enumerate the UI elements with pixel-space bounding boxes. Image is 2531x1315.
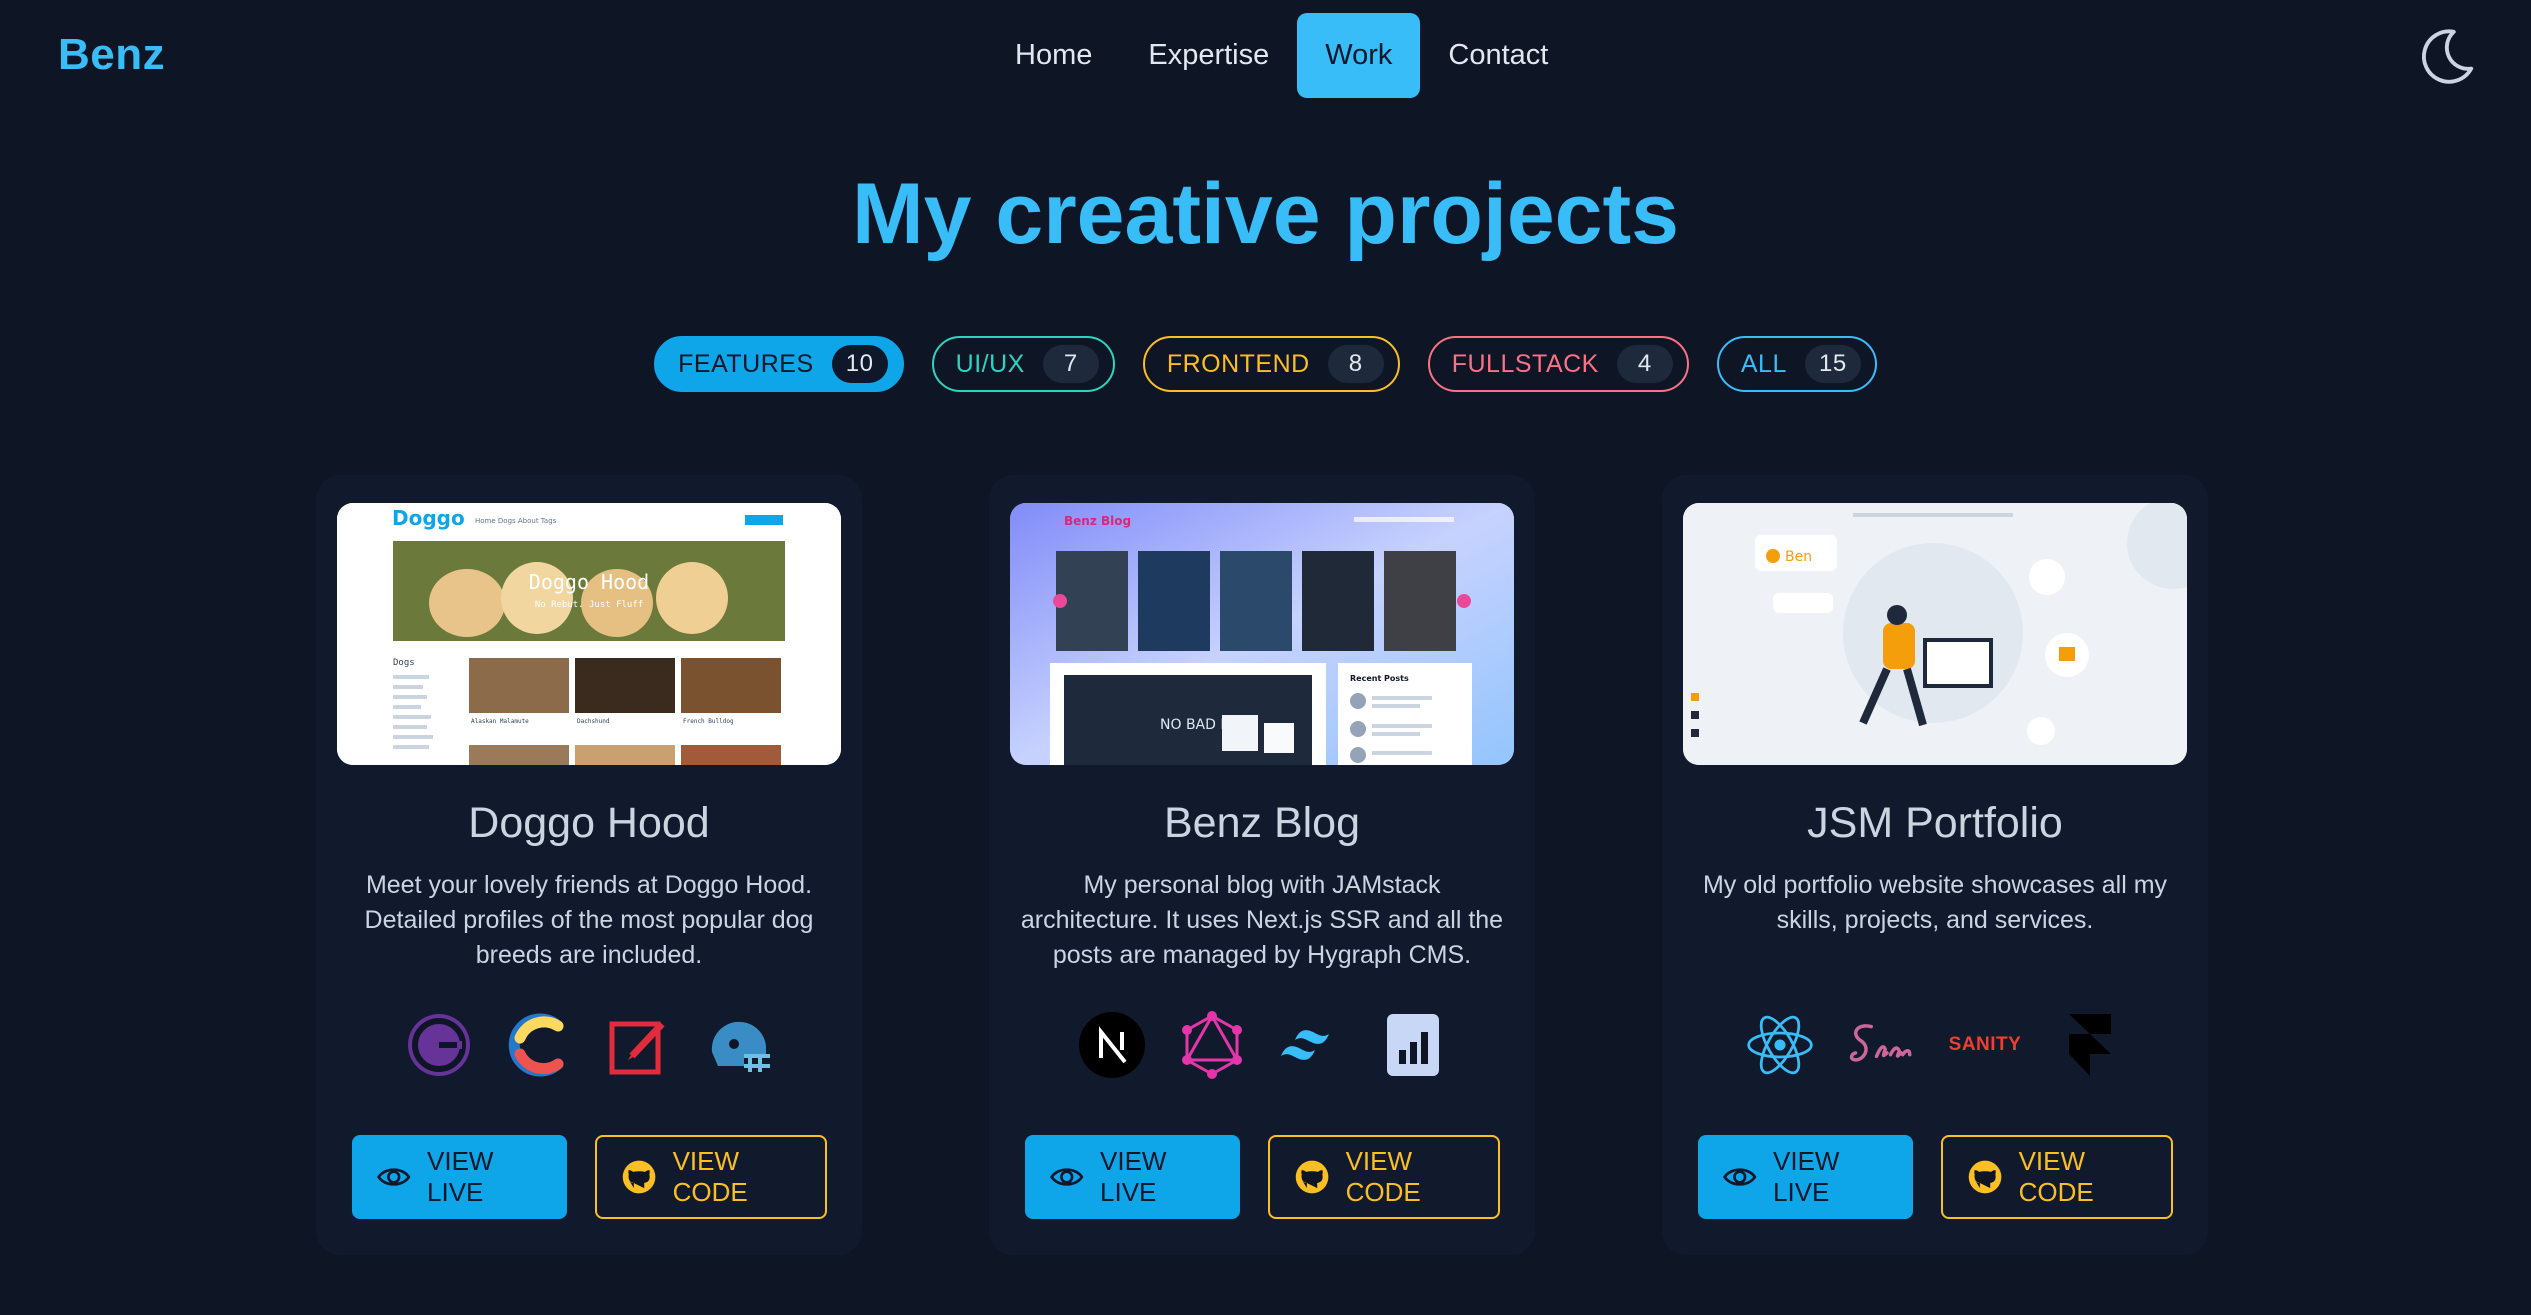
- project-grid: Doggo Home Dogs About Tags Doggo Hood No…: [316, 475, 2208, 1255]
- netlify-cms-icon: [604, 1010, 674, 1080]
- project-thumbnail[interactable]: Ben: [1683, 503, 2187, 765]
- thumb-hero-sub: No Rebut. Just Fluff: [535, 600, 643, 610]
- project-description: My personal blog with JAMstack architect…: [1020, 871, 1504, 969]
- category-filters: FEATURES 10 UI/UX 7 FRONTEND 8 FULLSTACK…: [0, 336, 2531, 392]
- view-code-label: VIEW CODE: [2018, 1146, 2094, 1207]
- project-thumbnail[interactable]: Doggo Home Dogs About Tags Doggo Hood No…: [337, 503, 841, 765]
- thumb-breed: Alaskan Malamute: [471, 718, 529, 725]
- view-code-label: VIEW CODE: [1345, 1146, 1421, 1207]
- eye-icon: [376, 1168, 410, 1186]
- filter-label: FULLSTACK: [1451, 349, 1599, 378]
- view-live-label: VIEW LIVE: [427, 1146, 494, 1207]
- helmet-icon: [704, 1010, 774, 1080]
- view-code-label: VIEW CODE: [672, 1146, 748, 1207]
- eye-icon: [1049, 1168, 1083, 1186]
- sanity-label: SANITY: [1948, 1034, 2022, 1055]
- moon-icon[interactable]: [2415, 26, 2477, 88]
- view-code-button[interactable]: VIEW CODE: [1940, 1135, 2173, 1219]
- filter-features[interactable]: FEATURES 10: [654, 336, 904, 392]
- top-navigation: Benz Home Expertise Work Contact: [0, 0, 2531, 116]
- thumb-hero-title: Doggo Hood: [529, 570, 649, 594]
- tech-stack: [989, 1010, 1535, 1080]
- tailwind-icon: [1277, 1010, 1347, 1080]
- view-live-button[interactable]: VIEW LIVE: [351, 1135, 567, 1219]
- contentful-icon: [504, 1010, 574, 1080]
- filter-label: FEATURES: [678, 349, 814, 378]
- filter-count: 10: [831, 345, 888, 383]
- filter-count: 7: [1042, 345, 1099, 383]
- filter-count: 8: [1327, 345, 1384, 383]
- project-description: My old portfolio website showcases all m…: [1702, 871, 2168, 934]
- view-live-button[interactable]: VIEW LIVE: [1697, 1135, 1913, 1219]
- thumb-logo: Benz Blog: [1064, 514, 1131, 528]
- view-code-button[interactable]: VIEW CODE: [594, 1135, 827, 1219]
- nav-item-contact[interactable]: Contact: [1420, 13, 1576, 98]
- project-card: Doggo Home Dogs About Tags Doggo Hood No…: [316, 475, 862, 1255]
- filter-count: 15: [1804, 345, 1861, 383]
- thumb-sidebar-title: Dogs: [393, 658, 415, 668]
- sanity-icon: SANITY: [1945, 1010, 2025, 1080]
- thumb-nav: Home Dogs About Tags: [475, 517, 557, 525]
- react-icon: [1745, 1010, 1815, 1080]
- tech-stack: [316, 1010, 862, 1080]
- project-title: Doggo Hood: [468, 799, 710, 847]
- nav-item-home[interactable]: Home: [987, 13, 1120, 98]
- project-title: Benz Blog: [1163, 799, 1361, 847]
- thumb-breed: Dachshund: [577, 718, 610, 725]
- view-live-label: VIEW LIVE: [1100, 1146, 1167, 1207]
- thumb-recent-title: Recent Posts: [1350, 674, 1409, 683]
- view-live-button[interactable]: VIEW LIVE: [1024, 1135, 1240, 1219]
- gatsby-icon: [404, 1010, 474, 1080]
- thumb-badge-name: Ben: [1785, 549, 1812, 565]
- github-icon: [1968, 1160, 2001, 1194]
- filter-label: ALL: [1740, 349, 1787, 378]
- filter-all[interactable]: ALL 15: [1716, 336, 1877, 392]
- project-title: JSM Portfolio: [1807, 799, 2063, 847]
- main-menu: Home Expertise Work Contact: [987, 13, 1576, 98]
- github-icon: [622, 1160, 655, 1194]
- nextjs-icon: [1077, 1010, 1147, 1080]
- eye-icon: [1722, 1168, 1756, 1186]
- site-logo[interactable]: Benz: [58, 30, 165, 80]
- sass-icon: [1845, 1010, 1915, 1080]
- project-description: Meet your lovely friends at Doggo Hood. …: [364, 871, 814, 969]
- filter-label: FRONTEND: [1166, 349, 1310, 378]
- framer-icon: [2055, 1010, 2125, 1080]
- project-actions: VIEW LIVE VIEW CODE: [316, 1135, 862, 1219]
- hygraph-icon: [1377, 1010, 1447, 1080]
- filter-frontend[interactable]: FRONTEND 8: [1142, 336, 1400, 392]
- project-thumbnail[interactable]: Benz Blog NO BAD DAYS Recent Posts: [1010, 503, 1514, 765]
- thumb-breed: French Bulldog: [683, 718, 734, 725]
- nav-item-expertise[interactable]: Expertise: [1120, 13, 1297, 98]
- view-code-button[interactable]: VIEW CODE: [1267, 1135, 1500, 1219]
- filter-uiux[interactable]: UI/UX 7: [931, 336, 1115, 392]
- page-title: My creative projects: [852, 166, 1679, 262]
- project-card: Benz Blog NO BAD DAYS Recent Posts Benz …: [989, 475, 1535, 1255]
- graphql-icon: [1177, 1010, 1247, 1080]
- thumb-logo: Doggo: [392, 506, 465, 530]
- nav-item-work[interactable]: Work: [1297, 13, 1421, 98]
- tech-stack: SANITY: [1662, 1010, 2208, 1080]
- view-live-label: VIEW LIVE: [1773, 1146, 1840, 1207]
- filter-count: 4: [1616, 345, 1673, 383]
- filter-fullstack[interactable]: FULLSTACK 4: [1427, 336, 1689, 392]
- github-icon: [1295, 1160, 1328, 1194]
- project-actions: VIEW LIVE VIEW CODE: [989, 1135, 1535, 1219]
- project-actions: VIEW LIVE VIEW CODE: [1662, 1135, 2208, 1219]
- project-card: Ben JSM Portfolio My old portfolio websi…: [1662, 475, 2208, 1255]
- filter-label: UI/UX: [955, 349, 1025, 378]
